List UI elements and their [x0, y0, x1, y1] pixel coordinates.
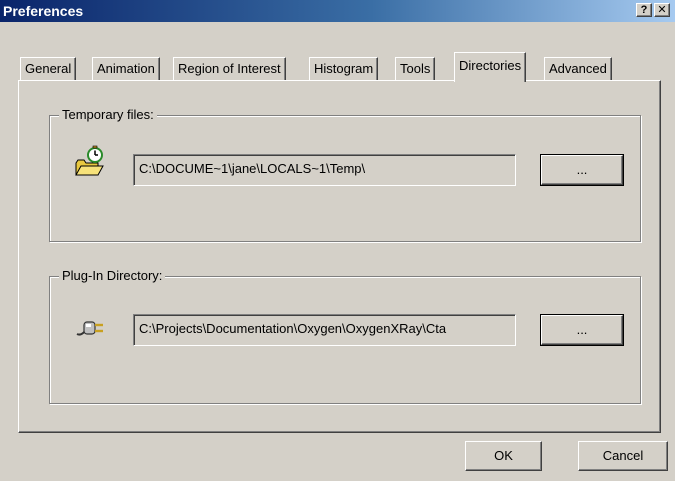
temporary-files-path-field[interactable]: C:\DOCUME~1\jane\LOCALS~1\Temp\ [133, 154, 516, 186]
plugin-directory-group: Plug-In Directory: C:\Projects\Documenta… [49, 268, 641, 404]
ok-button[interactable]: OK [465, 441, 542, 471]
help-button[interactable]: ? [636, 3, 652, 17]
tab-directories[interactable]: Directories [454, 52, 527, 82]
directories-panel: Temporary files: C:\DOCUME~1\jane\LOCALS… [18, 80, 661, 433]
cancel-button[interactable]: Cancel [578, 441, 668, 471]
tab-tools[interactable]: Tools [395, 57, 436, 80]
temporary-files-group: Temporary files: C:\DOCUME~1\jane\LOCALS… [49, 107, 641, 242]
plugin-directory-path-field[interactable]: C:\Projects\Documentation\Oxygen\OxygenX… [133, 314, 516, 346]
tab-advanced[interactable]: Advanced [544, 57, 612, 80]
plug-icon [75, 316, 107, 343]
temporary-files-browse-button[interactable]: ... [541, 155, 623, 185]
plugin-directory-browse-button[interactable]: ... [541, 315, 623, 345]
folder-clock-icon [74, 145, 106, 180]
tab-animation[interactable]: Animation [92, 57, 160, 80]
close-icon: ✕ [657, 4, 667, 16]
plugin-directory-label: Plug-In Directory: [59, 268, 166, 283]
tab-region-of-interest[interactable]: Region of Interest [173, 57, 286, 80]
close-button[interactable]: ✕ [654, 3, 670, 17]
window-title: Preferences [3, 3, 84, 19]
tab-histogram[interactable]: Histogram [309, 57, 379, 80]
tab-general[interactable]: General [20, 57, 77, 80]
help-icon: ? [640, 4, 648, 16]
title-bar: Preferences ? ✕ [0, 0, 675, 22]
temporary-files-label: Temporary files: [59, 107, 157, 122]
